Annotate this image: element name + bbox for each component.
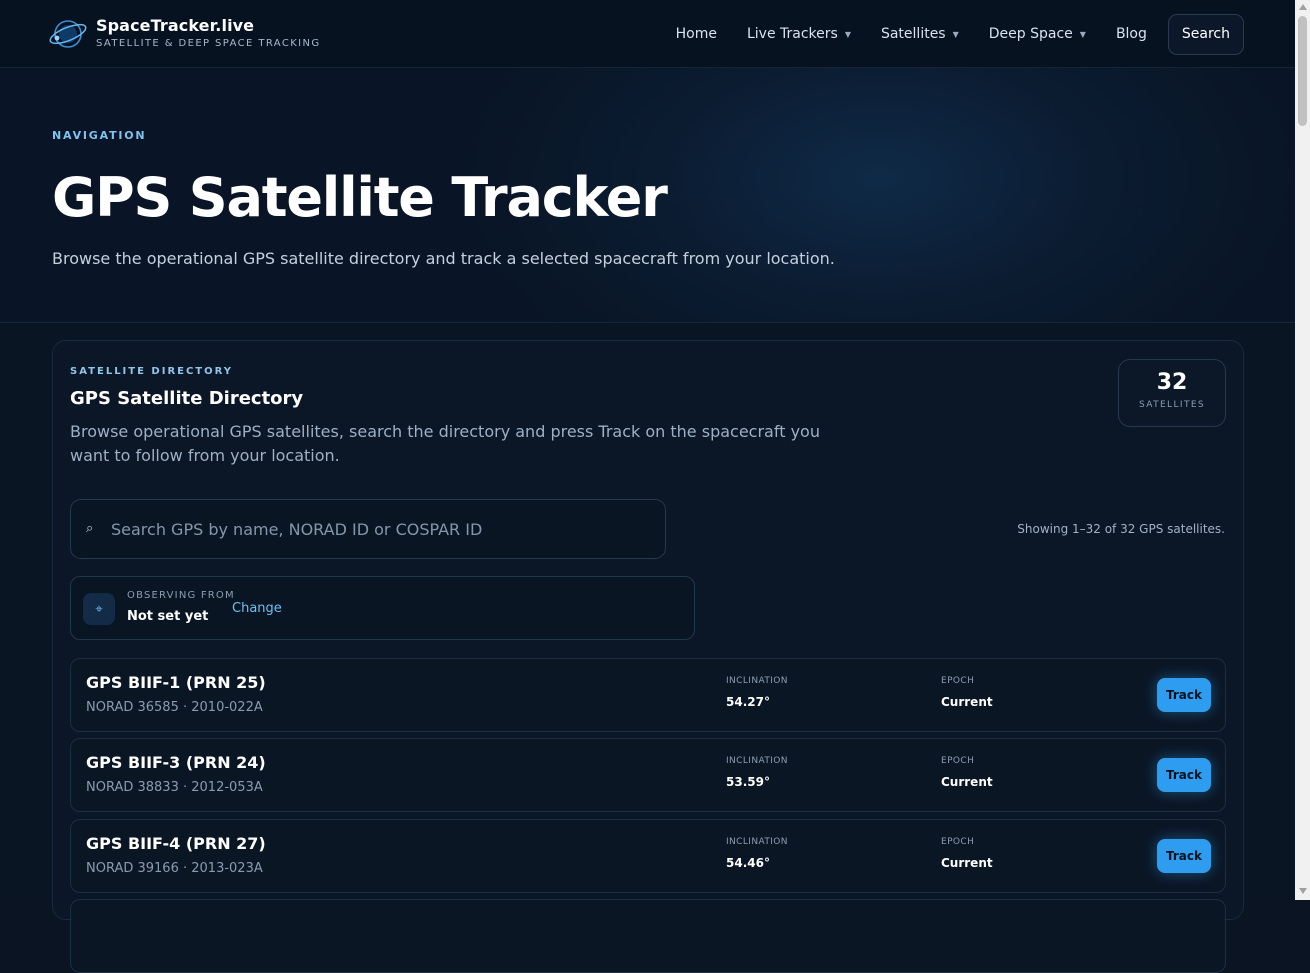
directory-search: ⌕ [70,499,666,559]
nav-deep-space[interactable]: Deep Space ▼ [989,26,1086,42]
satellite-ids: NORAD 36585 · 2010-022A [86,700,263,715]
inclination-label: INCLINATION [726,837,788,847]
epoch-value: Current [941,856,993,870]
scroll-up-arrow-icon[interactable] [1299,4,1307,10]
search-icon: ⌕ [86,521,94,536]
orbit-planet-icon [49,19,87,48]
epoch-label: EPOCH [941,676,975,686]
nav-satellites[interactable]: Satellites ▼ [881,26,959,42]
caret-down-icon: ▼ [844,29,851,39]
satellite-name: GPS BIIF-3 (PRN 24) [86,753,266,772]
hero-eyebrow: NAVIGATION [52,129,147,142]
satellite-name: GPS BIIF-1 (PRN 25) [86,673,266,692]
page-scrollbar[interactable] [1295,0,1310,900]
epoch-label: EPOCH [941,837,975,847]
top-navbar: SpaceTracker.live SATELLITE & DEEP SPACE… [0,0,1295,68]
satellite-ids: NORAD 39166 · 2013-023A [86,861,263,876]
track-button[interactable]: Track [1157,678,1211,712]
epoch-value: Current [941,775,993,789]
nav-home[interactable]: Home [676,26,717,42]
directory-panel: SATELLITE DIRECTORY GPS Satellite Direct… [52,340,1244,973]
brand-name: SpaceTracker.live [96,16,255,35]
main-nav: Home Live Trackers ▼ Satellites ▼ Deep Spa… [646,13,1244,55]
directory-description: Browse operational GPS satellites, searc… [70,422,820,465]
satellite-ids: NORAD 38833 · 2012-053A [86,780,263,795]
nav-live-trackers[interactable]: Live Trackers ▼ [747,26,851,42]
satellite-row: GPS BIIF-4 (PRN 27) NORAD 39166 · 2013-0… [70,819,1226,893]
nav-label: Live Trackers [746,26,838,42]
brand-tagline: SATELLITE & DEEP SPACE TRACKING [96,38,321,49]
observer-location: ⌖ OBSERVING FROM Not set yet Change [70,576,695,640]
search-button[interactable]: Search [1167,13,1244,55]
change-location-link[interactable]: Change [232,601,282,616]
epoch-value: Current [941,695,993,709]
directory-eyebrow: SATELLITE DIRECTORY [70,366,234,377]
inclination-value: 54.46° [726,856,770,870]
directory-title: GPS Satellite Directory [70,388,304,409]
page-title: GPS Satellite Tracker [52,166,668,229]
observer-label: OBSERVING FROM [127,590,235,601]
satellite-row: GPS BIIF-1 (PRN 25) NORAD 36585 · 2010-0… [70,658,1226,732]
nav-label: Blog [1115,26,1147,42]
search-input[interactable] [109,500,649,558]
satellite-name: GPS BIIF-4 (PRN 27) [86,834,266,853]
inclination-label: INCLINATION [726,676,788,686]
caret-down-icon: ▼ [1079,29,1086,39]
scroll-down-arrow-icon[interactable] [1299,888,1307,894]
nav-label: Satellites [880,26,946,42]
results-summary: Showing 1–32 of 32 GPS satellites. [1017,522,1225,536]
satellite-count-badge: 32 SATELLITES [1118,359,1226,427]
inclination-value: 54.27° [726,695,770,709]
location-pin-icon: ⌖ [83,593,115,625]
track-button[interactable]: Track [1157,839,1211,873]
epoch-label: EPOCH [941,756,975,766]
hero-subtitle: Browse the operational GPS satellite dir… [52,249,835,268]
hero-section: NAVIGATION GPS Satellite Tracker Browse … [0,68,1295,323]
scrollbar-thumb[interactable] [1298,16,1307,126]
satellite-count: 32 [1156,370,1188,395]
inclination-label: INCLINATION [726,756,788,766]
nav-blog[interactable]: Blog [1116,26,1147,42]
satellite-row [70,899,1226,973]
satellite-row: GPS BIIF-3 (PRN 24) NORAD 38833 · 2012-0… [70,738,1226,812]
nav-label: Home [675,26,717,42]
brand-link[interactable]: SpaceTracker.live SATELLITE & DEEP SPACE… [48,16,321,51]
observer-value: Not set yet [127,609,209,624]
caret-down-icon: ▼ [952,29,959,39]
satellite-count-label: SATELLITES [1138,400,1206,410]
track-button[interactable]: Track [1157,758,1211,792]
nav-label: Deep Space [988,26,1073,42]
inclination-value: 53.59° [726,775,770,789]
